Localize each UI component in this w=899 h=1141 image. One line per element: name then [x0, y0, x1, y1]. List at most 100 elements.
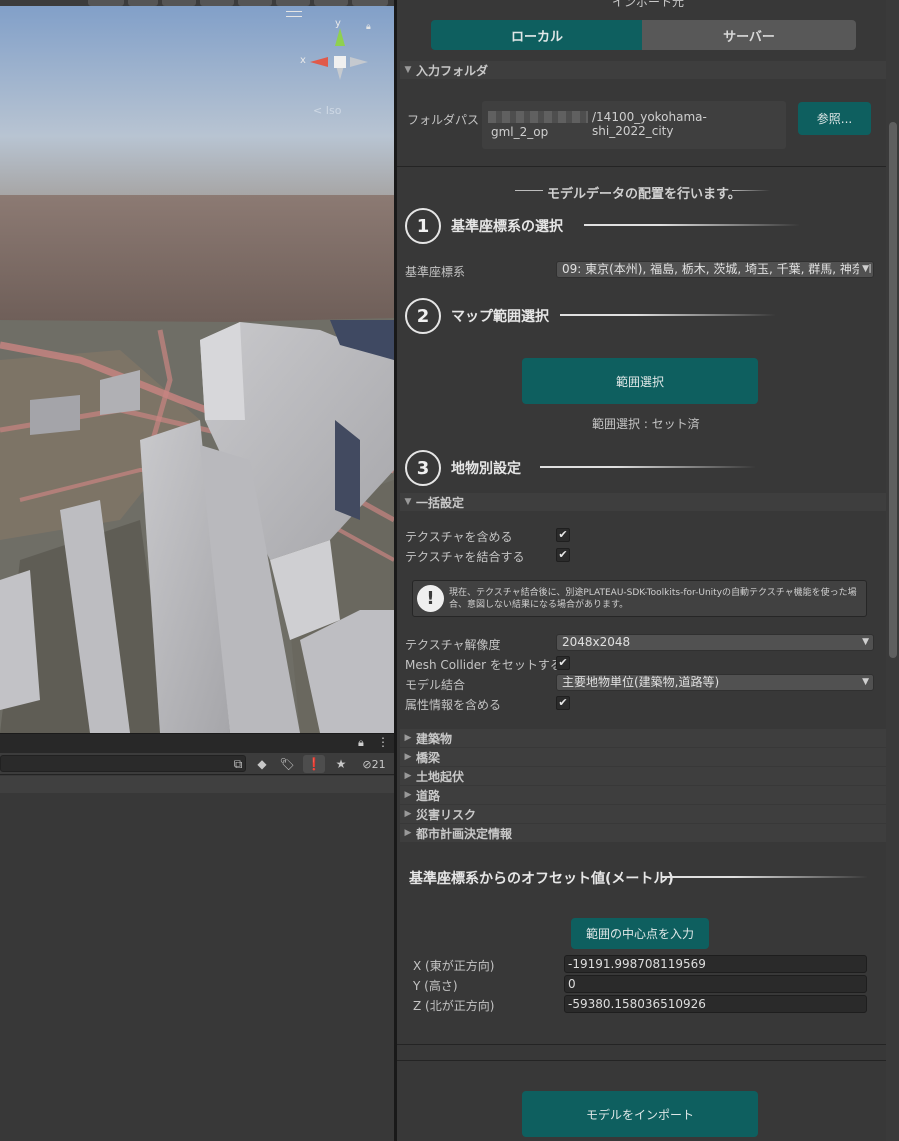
foldout-collapsed-icon: ▶	[404, 828, 412, 838]
foldout-collapsed-icon: ▶	[404, 809, 412, 819]
redacted-path	[488, 111, 588, 123]
separator	[397, 166, 886, 167]
toolbar-button[interactable]	[128, 0, 158, 6]
foldout-expanded-icon: ▼	[404, 65, 412, 75]
foldout-collapsed-icon: ▶	[404, 771, 412, 781]
warning-text: 現在、テクスチャ結合後に、別途PLATEAU-SDK-Toolkits-for-…	[449, 588, 857, 610]
inspector-scrollbar-thumb[interactable]	[889, 122, 897, 658]
texture-resolution-label: テクスチャ解像度	[405, 638, 501, 652]
folder-path-field[interactable]: /14100_yokohama-shi_2022_city gml_2_op	[482, 101, 786, 149]
filter-type-icon[interactable]: ◆	[251, 755, 273, 773]
range-select-button[interactable]: 範囲選択	[522, 358, 758, 404]
offset-rule	[662, 876, 868, 878]
folder-path-label: フォルダパス	[407, 113, 480, 127]
category-label: 道路	[416, 788, 441, 803]
hidden-count-toggle[interactable]: ⊘ 21	[356, 755, 392, 773]
category-foldout-road[interactable]: ▶ 道路	[400, 786, 886, 804]
toolbar-button[interactable]	[88, 0, 124, 6]
toolbar-button[interactable]	[314, 0, 348, 6]
scene-view[interactable]: y x < Iso 🔒︎	[0, 0, 394, 733]
bulk-settings-header: 一括設定	[416, 495, 465, 510]
crs-label: 基準座標系	[405, 265, 466, 279]
model-merge-value: 主要地物単位(建築物,道路等)	[562, 675, 720, 689]
tab-local[interactable]: ローカル	[431, 20, 643, 50]
step-1-title: 基準座標系の選択	[451, 219, 563, 235]
include-attributes-checkbox[interactable]: ✔	[556, 696, 570, 710]
browse-button[interactable]: 参照...	[798, 102, 871, 135]
warning-helpbox: ! 現在、テクスチャ結合後に、別途PLATEAU-SDK-Toolkits-fo…	[412, 580, 867, 617]
chevron-down-icon: ▼	[862, 637, 869, 647]
favorite-star-icon[interactable]: ★	[330, 755, 352, 773]
warning-filter-icon[interactable]: ❗	[303, 755, 325, 773]
category-label: 災害リスク	[416, 807, 477, 822]
offset-y-label: Y (高さ)	[413, 979, 458, 993]
step-3-badge: 3	[405, 450, 441, 486]
warning-icon: !	[417, 585, 444, 612]
step-1-badge: 1	[405, 208, 441, 244]
import-model-button[interactable]: モデルをインポート	[522, 1091, 758, 1137]
step-2-rule	[560, 314, 776, 316]
category-label: 橋梁	[416, 750, 441, 765]
toolbar-button[interactable]	[162, 0, 196, 6]
gizmo-projection-label[interactable]: < Iso	[313, 104, 341, 117]
tab-server[interactable]: サーバー	[642, 20, 856, 50]
offset-title: 基準座標系からのオフセット値(メートル)	[409, 871, 674, 887]
toolbar-button[interactable]	[276, 0, 310, 6]
include-texture-label: テクスチャを含める	[405, 530, 513, 544]
category-label: 都市計画決定情報	[416, 826, 513, 841]
texture-resolution-dropdown[interactable]: 2048x2048 ▼	[556, 634, 874, 651]
console-search-input[interactable]	[0, 755, 246, 772]
section-heading: モデルデータの配置を行います。	[547, 187, 741, 202]
toolbar-button[interactable]	[200, 0, 234, 6]
orientation-gizmo[interactable]: y x < Iso 🔒︎	[300, 18, 380, 117]
mesh-collider-label: Mesh Collider をセットする	[405, 658, 562, 672]
toolbar-button[interactable]	[352, 0, 388, 6]
lock-icon[interactable]: 🔒︎	[358, 736, 364, 750]
input-folder-header: 入力フォルダ	[416, 63, 489, 78]
heading-rule-right	[732, 190, 770, 191]
console-panel	[0, 793, 394, 1141]
include-texture-checkbox[interactable]: ✔	[556, 528, 570, 542]
offset-x-field[interactable]: -19191.998708119569	[564, 955, 867, 973]
texture-resolution-value: 2048x2048	[562, 635, 631, 649]
combine-texture-checkbox[interactable]: ✔	[556, 548, 570, 562]
drag-handle-icon[interactable]	[286, 11, 302, 17]
tag-icon[interactable]: 🏷︎	[276, 755, 298, 773]
mesh-collider-checkbox[interactable]: ✔	[556, 656, 570, 670]
import-source-label: インポート元	[612, 0, 685, 9]
foldout-collapsed-icon: ▶	[404, 752, 412, 762]
category-label: 建築物	[416, 731, 453, 746]
step-3-rule	[540, 466, 756, 468]
toolbar-button[interactable]	[238, 0, 272, 6]
search-options-icon[interactable]: ⧉	[227, 755, 249, 773]
step-2-badge: 2	[405, 298, 441, 334]
crs-dropdown[interactable]: 09: 東京(本州), 福島, 栃木, 茨城, 埼玉, 千葉, 群馬, 神奈川 …	[556, 261, 874, 278]
category-label: 土地起伏	[416, 769, 465, 784]
lock-icon[interactable]: 🔒︎	[366, 22, 371, 32]
gizmo-x-label: x	[300, 55, 306, 66]
foldout-collapsed-icon: ▶	[404, 790, 412, 800]
offset-z-field[interactable]: -59380.158036510926	[564, 995, 867, 1013]
input-center-point-button[interactable]: 範囲の中心点を入力	[571, 918, 709, 949]
model-merge-dropdown[interactable]: 主要地物単位(建築物,道路等) ▼	[556, 674, 874, 691]
bulk-settings-foldout[interactable]: ▼ 一括設定	[400, 493, 886, 511]
category-foldout-disaster-risk[interactable]: ▶ 災害リスク	[400, 805, 886, 823]
separator	[397, 1060, 886, 1061]
crs-value: 09: 東京(本州), 福島, 栃木, 茨城, 埼玉, 千葉, 群馬, 神奈川	[562, 262, 874, 276]
offset-x-label: X (東が正方向)	[413, 959, 495, 973]
scene-toolbar	[0, 0, 394, 6]
chevron-down-icon: ▼	[859, 262, 869, 277]
more-menu-icon[interactable]: ⋮	[377, 735, 389, 749]
console-header-bar: 🔒︎ ⋮	[0, 733, 394, 753]
category-foldout-building[interactable]: ▶ 建築物	[400, 729, 886, 747]
console-toolbar: ⧉ ◆ 🏷︎ ❗ ★ ⊘ 21	[0, 753, 394, 775]
range-select-status: 範囲選択 : セット済	[592, 417, 700, 431]
step-2-title: マップ範囲選択	[451, 309, 549, 325]
offset-y-field[interactable]: 0	[564, 975, 867, 993]
eye-slash-icon: ⊘	[362, 757, 372, 771]
include-attributes-label: 属性情報を含める	[405, 698, 502, 712]
category-foldout-relief[interactable]: ▶ 土地起伏	[400, 767, 886, 785]
category-foldout-urban-planning[interactable]: ▶ 都市計画決定情報	[400, 824, 886, 842]
category-foldout-bridge[interactable]: ▶ 橋梁	[400, 748, 886, 766]
input-folder-foldout[interactable]: ▼ 入力フォルダ	[400, 61, 886, 79]
